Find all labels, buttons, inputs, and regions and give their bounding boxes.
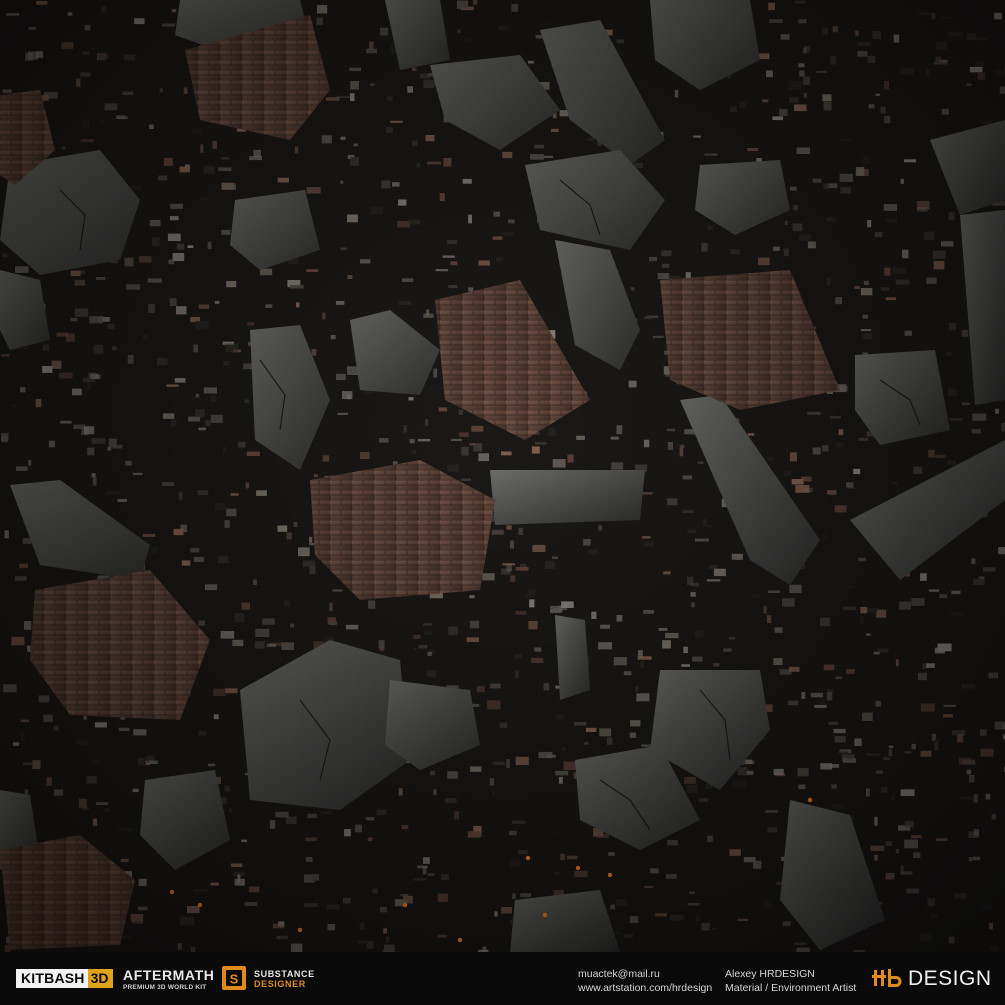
hb-logo-icon [872, 969, 902, 987]
credits-footer: KITBASH 3D AFTERMATH PREMIUM 3D WORLD KI… [0, 952, 1005, 1005]
author-info: Alexey HRDESIGN Material / Environment A… [725, 967, 856, 995]
substance-designer-icon: S [222, 966, 246, 990]
author-name: Alexey HRDESIGN [725, 968, 815, 980]
email-link[interactable]: muactek@mail.ru [578, 967, 712, 981]
substance-label: SUBSTANCE [254, 969, 315, 979]
designer-label: DESIGNER [254, 979, 306, 989]
contact-info: muactek@mail.ru www.artstation.com/hrdes… [578, 967, 712, 995]
kitbash-logo-text: KITBASH [16, 969, 88, 988]
aftermath-title: AFTERMATH [123, 967, 215, 983]
author-role: Material / Environment Artist [725, 982, 857, 994]
hrdesign-logo: DESIGN [872, 965, 992, 993]
website-link[interactable]: www.artstation.com/hrdesign [578, 981, 712, 995]
design-label: DESIGN [908, 967, 992, 990]
svg-text:S: S [230, 972, 239, 987]
aftermath-logo: AFTERMATH PREMIUM 3D WORLD KIT [123, 967, 214, 992]
vignette [0, 0, 1005, 952]
substance-designer-logo: SUBSTANCE DESIGNER [254, 969, 315, 989]
kitbash3d-logo[interactable]: KITBASH 3D [16, 969, 113, 988]
rubble-texture-render [0, 0, 1005, 952]
kitbash-logo-3d: 3D [87, 969, 113, 988]
aftermath-subtitle: PREMIUM 3D WORLD KIT [123, 984, 207, 991]
